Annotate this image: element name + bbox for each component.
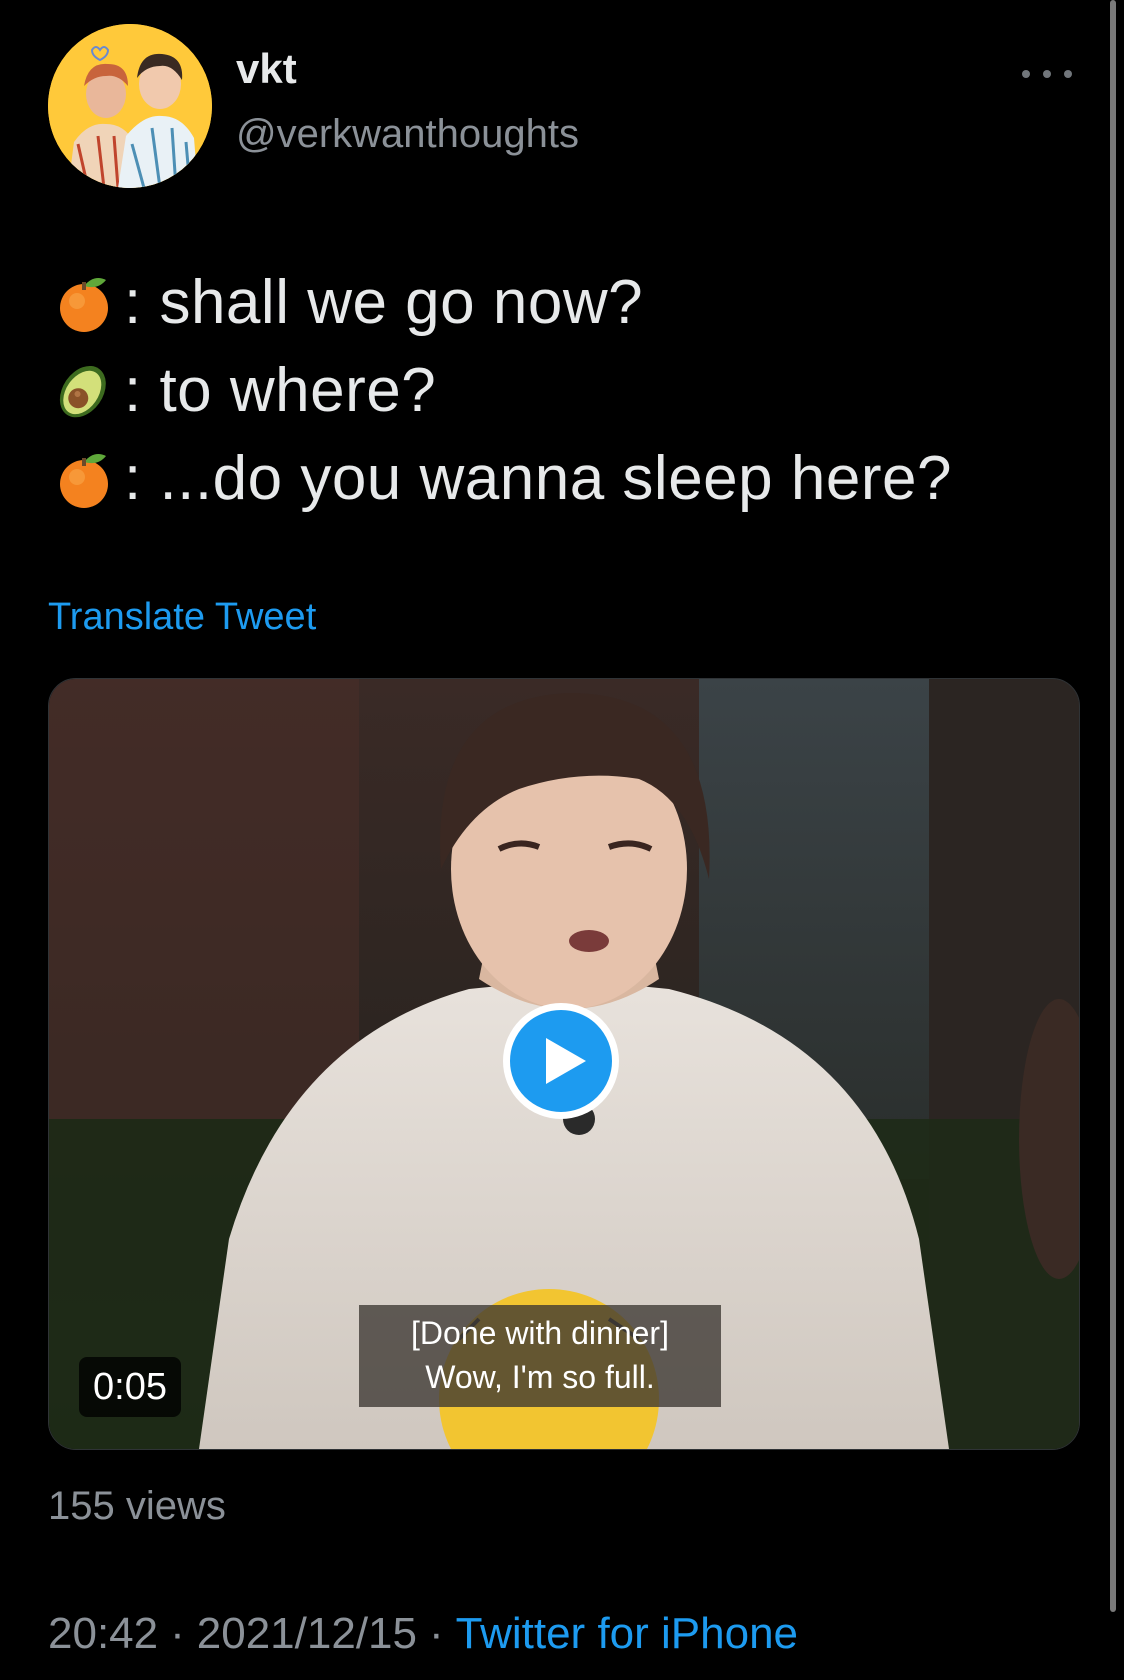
more-dot-icon xyxy=(1064,70,1072,78)
tweet-time[interactable]: 20:42 xyxy=(48,1609,158,1658)
tweet-source-link[interactable]: Twitter for iPhone xyxy=(456,1609,798,1658)
tweet-date[interactable]: 2021/12/15 xyxy=(197,1609,417,1658)
more-dot-icon xyxy=(1022,70,1030,78)
tweet-line: : ...do you wanna sleep here? xyxy=(52,434,1062,522)
tweet-line: : shall we go now? xyxy=(52,258,1062,346)
tweet-line-text: : to where? xyxy=(124,355,437,425)
view-count[interactable]: 155 views xyxy=(48,1486,226,1526)
subtitle-line: Wow, I'm so full. xyxy=(425,1359,655,1395)
tweet-text: : shall we go now? : to where? : ...do y… xyxy=(52,258,1062,522)
user-handle[interactable]: @verkwanthoughts xyxy=(236,114,579,154)
tweet-line-text: : ...do you wanna sleep here? xyxy=(124,443,952,513)
avocado-icon xyxy=(52,358,116,422)
scrollbar[interactable] xyxy=(1110,0,1116,1612)
more-dot-icon xyxy=(1043,70,1051,78)
video-duration-badge: 0:05 xyxy=(79,1357,181,1417)
translate-tweet-link[interactable]: Translate Tweet xyxy=(48,598,316,636)
avatar-photo xyxy=(48,24,212,188)
separator: · xyxy=(170,1609,185,1658)
subtitle-line: [Done with dinner] xyxy=(411,1315,669,1351)
more-options-button[interactable] xyxy=(1022,62,1072,86)
tweet-metadata: 20:42 · 2021/12/15 · Twitter for iPhone xyxy=(48,1612,798,1656)
display-name[interactable]: vkt xyxy=(236,48,297,90)
play-icon xyxy=(546,1038,586,1084)
tweet-line: : to where? xyxy=(52,346,1062,434)
tangerine-icon xyxy=(52,446,116,510)
avatar[interactable] xyxy=(48,24,212,188)
tangerine-icon xyxy=(52,270,116,334)
video-player[interactable]: [Done with dinner] Wow, I'm so full. 0:0… xyxy=(48,678,1080,1450)
video-subtitle: [Done with dinner] Wow, I'm so full. xyxy=(359,1305,721,1407)
tweet-line-text: : shall we go now? xyxy=(124,267,644,337)
play-button[interactable] xyxy=(503,1003,619,1119)
separator: · xyxy=(428,1609,444,1658)
